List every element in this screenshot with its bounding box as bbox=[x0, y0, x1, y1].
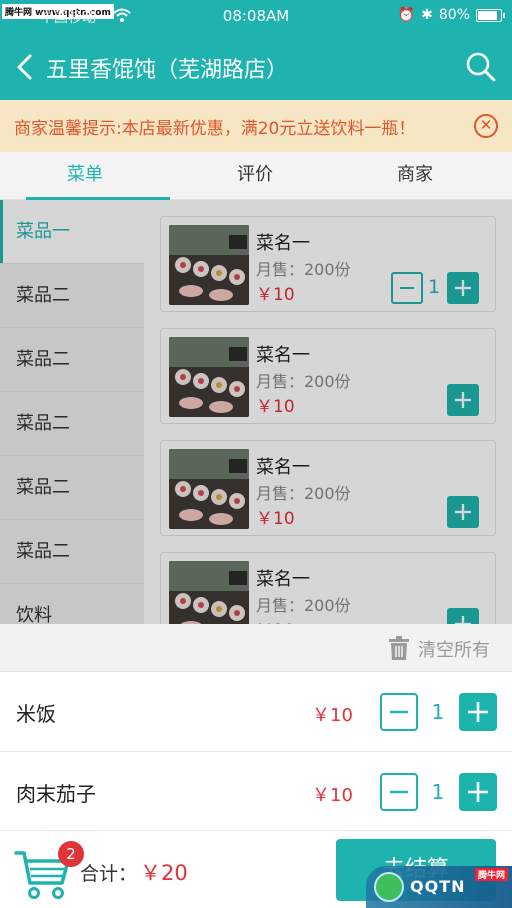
plus-icon bbox=[468, 782, 488, 802]
minus-icon bbox=[400, 287, 414, 289]
nav-bar: 五里香馄饨（芜湖路店） bbox=[0, 34, 512, 100]
dish-price: ￥10 bbox=[256, 285, 295, 305]
dish-sales: 月售：200份 bbox=[256, 260, 351, 279]
dish-price: ￥10 bbox=[256, 509, 295, 529]
plus-icon bbox=[455, 616, 471, 624]
sidebar-item-category-5[interactable]: 菜品二 bbox=[0, 456, 144, 520]
cart-item-price: ￥10 bbox=[312, 705, 353, 726]
clear-cart-bar: 清空所有 bbox=[0, 624, 512, 672]
tab-merchant[interactable]: 商家 bbox=[330, 152, 500, 200]
plus-icon bbox=[455, 280, 471, 296]
cart-decrease-button[interactable] bbox=[380, 773, 418, 811]
cart-item-quantity: 1 bbox=[431, 780, 445, 804]
notice-banner: 商家温馨提示:本店最新优惠，满20元立送饮料一瓶！ ✕ bbox=[0, 100, 512, 152]
dish-name: 菜名一 bbox=[256, 233, 310, 254]
logo-tag: 腾牛网 bbox=[474, 868, 508, 881]
tab-reviews[interactable]: 评价 bbox=[170, 152, 340, 200]
dish-quantity: 1 bbox=[427, 276, 441, 298]
notice-text: 商家温馨提示:本店最新优惠，满20元立送饮料一瓶！ bbox=[14, 119, 416, 139]
search-icon bbox=[466, 52, 496, 82]
bluetooth-icon: ✱ bbox=[421, 7, 433, 23]
cart-item-name: 肉末茄子 bbox=[16, 782, 96, 806]
dish-name: 菜名一 bbox=[256, 345, 310, 366]
sidebar-item-category-4[interactable]: 菜品二 bbox=[0, 392, 144, 456]
dish-price: ￥10 bbox=[256, 616, 295, 624]
cart-increase-button[interactable] bbox=[459, 773, 497, 811]
sidebar-item-drinks[interactable]: 饮料 bbox=[0, 584, 144, 624]
battery-icon bbox=[476, 8, 505, 22]
dish-sales: 月售：200份 bbox=[256, 372, 351, 391]
cart-item-quantity: 1 bbox=[431, 700, 445, 724]
cart-item-name: 米饭 bbox=[16, 702, 56, 726]
total-label: 合计： bbox=[80, 863, 138, 885]
dish-photo bbox=[169, 449, 249, 529]
page-title: 五里香馄饨（芜湖路店） bbox=[46, 58, 289, 83]
back-arrow-icon bbox=[17, 54, 32, 80]
dish-card[interactable]: 菜名一 月售：200份 ￥10 bbox=[160, 552, 496, 624]
close-notice-icon[interactable]: ✕ bbox=[474, 114, 498, 138]
dish-price: ￥10 bbox=[256, 397, 295, 417]
cart-item-price: ￥10 bbox=[312, 785, 353, 806]
cart-decrease-button[interactable] bbox=[380, 693, 418, 731]
sidebar-item-category-1[interactable]: 菜品一 bbox=[0, 200, 144, 264]
sidebar-item-category-2[interactable]: 菜品二 bbox=[0, 264, 144, 328]
dish-name: 菜名一 bbox=[256, 457, 310, 478]
sidebar-item-category-6[interactable]: 菜品二 bbox=[0, 520, 144, 584]
dish-card[interactable]: 菜名一 月售：200份 ￥10 1 bbox=[160, 216, 496, 312]
dish-card[interactable]: 菜名一 月售：200份 ￥10 bbox=[160, 440, 496, 536]
dish-sales: 月售：200份 bbox=[256, 484, 351, 503]
plus-icon bbox=[455, 392, 471, 408]
battery-percent: 80% bbox=[438, 7, 470, 23]
dish-photo bbox=[169, 225, 249, 305]
total-value: ￥20 bbox=[140, 861, 188, 885]
cart-increase-button[interactable] bbox=[459, 693, 497, 731]
category-sidebar: 菜品一 菜品二 菜品二 菜品二 菜品二 菜品二 饮料 bbox=[0, 200, 144, 624]
add-button[interactable] bbox=[447, 496, 479, 528]
back-button[interactable] bbox=[12, 50, 38, 84]
add-button[interactable] bbox=[447, 608, 479, 624]
trash-icon[interactable] bbox=[388, 636, 410, 660]
cart-item: 肉末茄子 ￥10 1 bbox=[0, 752, 512, 832]
dish-sales: 月售：200份 bbox=[256, 596, 351, 615]
decrease-button[interactable] bbox=[391, 272, 423, 304]
qqtn-logo: QQTN 腾牛网 bbox=[366, 866, 512, 908]
alarm-icon: ⏰ bbox=[397, 7, 416, 23]
dish-photo bbox=[169, 561, 249, 624]
minus-icon bbox=[390, 790, 408, 794]
globe-logo-icon bbox=[374, 872, 404, 902]
dish-card[interactable]: 菜名一 月售：200份 ￥10 bbox=[160, 328, 496, 424]
plus-icon bbox=[455, 504, 471, 520]
cart-item: 米饭 ￥10 1 bbox=[0, 672, 512, 752]
dish-name: 菜名一 bbox=[256, 569, 310, 590]
search-button[interactable] bbox=[464, 50, 498, 84]
add-button[interactable] bbox=[447, 384, 479, 416]
sidebar-item-category-3[interactable]: 菜品二 bbox=[0, 328, 144, 392]
dish-list: 菜名一 月售：200份 ￥10 1 菜名一 月售：200份 ￥10 菜名一 月售… bbox=[144, 200, 512, 624]
tab-bar: 菜单 评价 商家 bbox=[0, 152, 512, 200]
status-bar: 腾牛网 www.qqtn.com 中国移动 08:08AM ⏰ ✱ 80% bbox=[0, 0, 512, 34]
clear-all-button[interactable]: 清空所有 bbox=[418, 636, 490, 662]
dish-photo bbox=[169, 337, 249, 417]
add-button[interactable] bbox=[447, 272, 479, 304]
logo-text: QQTN bbox=[410, 877, 466, 896]
minus-icon bbox=[390, 710, 408, 714]
plus-icon bbox=[468, 702, 488, 722]
tab-menu[interactable]: 菜单 bbox=[0, 152, 170, 200]
